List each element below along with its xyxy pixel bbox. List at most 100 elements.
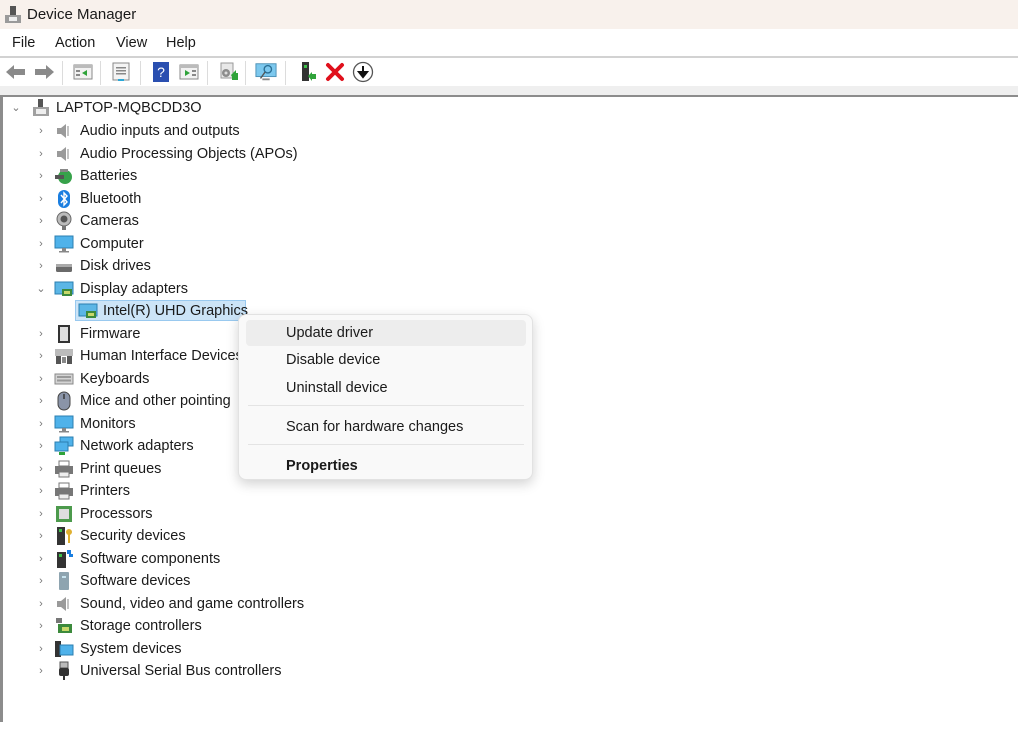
chevron-right-icon[interactable]: ›: [36, 441, 46, 452]
tree-item-intel-uhd-graphics[interactable]: Intel(R) UHD Graphics: [103, 303, 248, 319]
chevron-right-icon[interactable]: ›: [36, 216, 46, 227]
tree-category-sound-video-and-game-controllers[interactable]: Sound, video and game controllers: [80, 596, 304, 612]
console-tree-icon: [73, 64, 93, 80]
monitor-icon: [54, 415, 74, 432]
uninstall-device-button[interactable]: [324, 61, 346, 83]
chevron-right-icon[interactable]: ›: [36, 576, 46, 587]
menu-item-label: Update driver: [286, 325, 374, 341]
tree-category-processors[interactable]: Processors: [80, 506, 153, 522]
toolbar: ?: [0, 58, 1018, 86]
toolbar-separator: [207, 61, 208, 85]
chevron-right-icon[interactable]: ›: [36, 396, 46, 407]
chevron-down-icon[interactable]: ⌄: [36, 283, 46, 294]
software-component-icon: [57, 549, 73, 568]
show-hide-console-tree-button[interactable]: [72, 61, 94, 83]
context-menu-uninstall-device[interactable]: Uninstall device: [246, 375, 526, 401]
chevron-right-icon[interactable]: ›: [36, 261, 46, 272]
tree-category-display-adapters[interactable]: Display adapters: [80, 281, 188, 297]
tree-category-audio-inputs-and-outputs[interactable]: Audio inputs and outputs: [80, 123, 240, 139]
tree-category-universal-serial-bus-controllers[interactable]: Universal Serial Bus controllers: [80, 663, 281, 679]
chevron-right-icon[interactable]: ›: [36, 666, 46, 677]
back-button[interactable]: [5, 61, 27, 83]
tree-category-keyboards[interactable]: Keyboards: [80, 371, 149, 387]
security-key-icon: [57, 527, 72, 545]
system-devices-icon: [55, 640, 74, 657]
menu-action[interactable]: Action: [55, 35, 95, 51]
tree-category-monitors[interactable]: Monitors: [80, 416, 136, 432]
tree-category-software-components[interactable]: Software components: [80, 551, 220, 567]
chevron-right-icon[interactable]: ›: [36, 598, 46, 609]
toolbar-separator: [245, 61, 246, 85]
chevron-right-icon[interactable]: ›: [36, 238, 46, 249]
tree-category-batteries[interactable]: Batteries: [80, 168, 137, 184]
battery-icon: [55, 169, 72, 184]
show-hide-action-pane-button[interactable]: [178, 61, 200, 83]
context-menu-disable-device[interactable]: Disable device: [246, 347, 526, 373]
toolbar-separator: [285, 61, 286, 85]
camera-icon: [56, 211, 72, 230]
tree-category-mice-and-other-pointing-devices[interactable]: Mice and other pointing: [80, 393, 231, 409]
tree-category-firmware[interactable]: Firmware: [80, 326, 140, 342]
tree-category-security-devices[interactable]: Security devices: [80, 528, 186, 544]
tree-root-label[interactable]: LAPTOP-MQBCDD3O: [56, 100, 202, 116]
update-driver-button[interactable]: [217, 61, 239, 83]
chevron-down-icon[interactable]: ⌄: [11, 103, 21, 114]
tree-category-network-adapters[interactable]: Network adapters: [80, 438, 194, 454]
tree-category-disk-drives[interactable]: Disk drives: [80, 258, 151, 274]
action-pane-icon: [179, 64, 199, 80]
tree-category-human-interface-devices[interactable]: Human Interface Devices: [80, 348, 243, 364]
context-menu: Update driver Disable device Uninstall d…: [238, 314, 533, 480]
device-manager-icon: [5, 6, 21, 23]
chevron-right-icon[interactable]: ›: [36, 148, 46, 159]
tree-category-software-devices[interactable]: Software devices: [80, 573, 190, 589]
network-icon: [54, 436, 74, 455]
chevron-right-icon[interactable]: ›: [36, 463, 46, 474]
context-menu-update-driver[interactable]: Update driver: [246, 320, 526, 346]
monitor-icon: [54, 235, 74, 252]
chevron-right-icon[interactable]: ›: [36, 418, 46, 429]
toolbar-separator: [100, 61, 101, 85]
menu-help[interactable]: Help: [166, 35, 196, 51]
help-button[interactable]: ?: [150, 61, 172, 83]
tree-category-cameras[interactable]: Cameras: [80, 213, 139, 229]
chevron-right-icon[interactable]: ›: [36, 171, 46, 182]
chevron-right-icon[interactable]: ›: [36, 553, 46, 564]
disable-device-button[interactable]: [352, 61, 374, 83]
disk-drive-icon: [56, 264, 72, 272]
tree-category-print-queues[interactable]: Print queues: [80, 461, 161, 477]
scan-hardware-changes-button[interactable]: [255, 61, 277, 83]
context-menu-scan-hardware-changes[interactable]: Scan for hardware changes: [246, 414, 526, 440]
chevron-right-icon[interactable]: ›: [36, 486, 46, 497]
update-driver-icon: [220, 62, 238, 80]
hid-icon: [55, 349, 73, 364]
menu-item-label: Uninstall device: [286, 380, 388, 396]
chevron-right-icon[interactable]: ›: [36, 351, 46, 362]
tree-category-computer[interactable]: Computer: [80, 236, 144, 252]
chevron-right-icon[interactable]: ›: [36, 531, 46, 542]
computer-tower-icon: [33, 99, 49, 116]
context-menu-properties[interactable]: Properties: [246, 453, 526, 479]
tree-category-bluetooth[interactable]: Bluetooth: [80, 191, 141, 207]
speaker-icon: [57, 124, 69, 138]
chevron-right-icon[interactable]: ›: [36, 621, 46, 632]
toolbar-bottom-border: [0, 86, 1018, 97]
tree-category-system-devices[interactable]: System devices: [80, 641, 182, 657]
forward-button[interactable]: [33, 61, 55, 83]
menu-file[interactable]: File: [12, 35, 35, 51]
chevron-right-icon[interactable]: ›: [36, 328, 46, 339]
tree-category-storage-controllers[interactable]: Storage controllers: [80, 618, 202, 634]
properties-button[interactable]: [110, 61, 132, 83]
menu-view[interactable]: View: [116, 35, 147, 51]
chevron-right-icon[interactable]: ›: [36, 126, 46, 137]
tree-category-printers[interactable]: Printers: [80, 483, 130, 499]
chevron-right-icon[interactable]: ›: [36, 643, 46, 654]
bluetooth-icon: [58, 189, 70, 208]
chevron-right-icon[interactable]: ›: [36, 193, 46, 204]
enable-device-button[interactable]: [296, 61, 318, 83]
chevron-right-icon[interactable]: ›: [36, 508, 46, 519]
menu-item-label: Properties: [286, 458, 358, 474]
menu-bar: File Action View Help: [0, 30, 1018, 58]
chevron-right-icon[interactable]: ›: [36, 373, 46, 384]
tree-category-audio-processing-objects-apos[interactable]: Audio Processing Objects (APOs): [80, 146, 298, 162]
display-adapter-icon: [78, 303, 98, 318]
